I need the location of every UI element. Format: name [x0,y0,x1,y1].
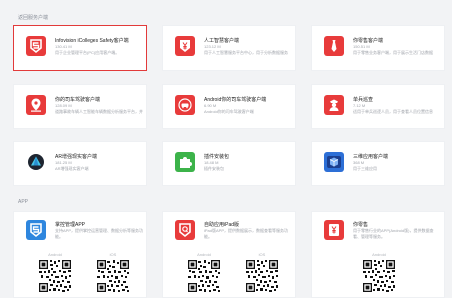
client-card-ar[interactable]: AR增强现实客户端 181.25 M AR增强现实客户端 [13,141,147,186]
card-title: 单兵巡查 [353,97,374,103]
client-card-plugin[interactable]: 插件安装包 18.48 M 插件安装包 [162,141,296,186]
app-card-manage[interactable]: 掌控管理APP 支持APP，提供掌控运营管理、数据分析等服务功能。 Androi… [13,211,147,298]
qr-android: Android [36,252,74,293]
client-card-ai[interactable]: 人工智慧客户端 123.12 M 用于人工智慧服务平台中心，用于分析数据服务 [162,25,296,71]
card-desc: AR增强现实客户端 [55,166,89,171]
card-size: 7.12 M [353,103,366,108]
card-desc: 道路事故车辆人工智能车辆数据分析服务平台，并提供管理 [55,109,143,114]
card-desc: 用于企业管理平台(PC)应用客户端。 [55,50,120,55]
card-title: 三维应用客户端 [353,154,389,160]
qr-ios: iOS [243,252,281,293]
qr-code [187,259,221,293]
shield-q-icon [175,220,195,240]
client-card-retail[interactable]: 你零售客户端 150.51 M 用于零售业务客户端，用于展示生活门店数据 [311,25,445,71]
shield-s-icon [26,36,46,56]
client-card-patrol[interactable]: 单兵巡查 7.12 M 适用于单兵巡逻人员，用于查看人员位置信息 [311,84,445,129]
card-title: 人工智慧客户端 [204,38,240,44]
puzzle-icon [175,152,195,172]
car-icon [175,95,195,115]
qr-label: iOS [109,252,117,257]
yen-doc-icon [324,220,344,240]
qr-android: Android [185,252,223,293]
client-card-android-driver[interactable]: Android你的司车驾驶客户端 6.90 M Android你的司车驾驶客户端 [162,84,296,129]
map-pin-icon [26,95,46,115]
card-desc: 用于人工智慧服务平台中心，用于分析数据服务 [204,50,288,55]
card-desc: 用于零售业务客户端，用于展示生活门店数据 [353,50,433,55]
card-size: 150.51 M [353,44,370,49]
qr-android: Android [360,252,398,293]
card-title: 你零售客户端 [353,38,384,44]
yen-shield-icon [175,36,195,56]
card-size: 18.48 M [204,160,219,165]
qr-code [96,259,130,293]
card-desc: Android你的司车驾驶客户端 [204,109,254,114]
client-card-driver[interactable]: 你的司车驾驶客户端 128.09 M 道路事故车辆人工智能车辆数据分析服务平台，… [13,84,147,129]
client-card-infovision[interactable]: Infovision iColleges Safety客户端 130.41 M … [13,25,147,71]
card-size: 128.09 M [55,103,72,108]
qr-code [38,259,72,293]
card-title: 你的司车驾驶客户端 [55,97,101,103]
card-desc: 用于三维应用 [353,166,377,171]
qr-label: iOS [258,252,266,257]
ar-prism-icon [26,152,46,172]
section-title-app: APP [18,199,29,205]
qr-label: Android [197,252,211,257]
qr-label: Android [372,252,386,257]
app-card-retail[interactable]: 你零售 用于零售行业的APP(Android版)，提供数据查看、管理等服务。 A… [311,211,445,298]
card-title: 掌控管理APP [55,222,86,228]
card-size: 181.25 M [55,160,72,165]
qr-ios: iOS [94,252,132,293]
card-desc: 用于零售行业的APP(Android版)，提供数据查看、管理等服务。 [353,228,434,239]
client-card-3d[interactable]: 三维应用客户端 368 M 用于三维应用 [311,141,445,186]
card-title: Android你的司车驾驶客户端 [204,97,267,103]
section-title-clients: 返回服务户端 [18,15,49,21]
card-title: AR增强现实客户端 [55,154,97,160]
card-size: 6.90 M [204,103,217,108]
qr-code [362,259,396,293]
card-title: 你零售 [353,222,369,228]
qr-code [245,259,279,293]
card-size: 368 M [353,160,365,165]
tie-icon [324,36,344,56]
card-title: Infovision iColleges Safety客户端 [55,38,129,44]
card-desc: 插件安装包 [204,166,224,171]
qr-label: Android [48,252,62,257]
cube-icon [324,152,344,172]
shield-s-icon [26,220,46,240]
card-title: 插件安装包 [204,154,230,160]
card-desc: 适用于单兵巡逻人员，用于查看人员位置信息 [353,109,433,114]
officer-icon [324,95,344,115]
card-desc: iPad版APP，提供数据展示，数据查看等服务功能。 [204,228,289,239]
card-size: 130.41 M [55,44,72,49]
app-card-ipad[interactable]: 自助应用iPad版 iPad版APP，提供数据展示，数据查看等服务功能。 And… [162,211,296,298]
card-size: 123.12 M [204,44,221,49]
card-title: 自助应用iPad版 [204,222,240,228]
card-desc: 支持APP，提供掌控运营管理、数据分析等服务功能。 [55,228,143,239]
